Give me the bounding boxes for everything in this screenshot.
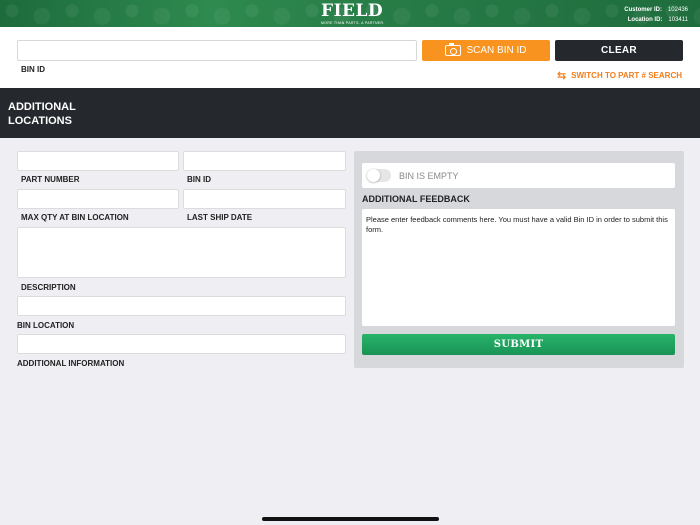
part-number-field[interactable] xyxy=(17,151,179,171)
swap-arrows-icon: ⇆ xyxy=(556,69,567,82)
app-header: FIELD MORE THAN PARTS. A PARTNER. Custom… xyxy=(0,0,700,27)
bin-empty-row: BIN IS EMPTY xyxy=(362,163,675,188)
home-indicator[interactable] xyxy=(262,517,439,521)
description-field[interactable] xyxy=(17,227,346,278)
bin-id-field-label: BIN ID xyxy=(187,175,211,184)
bin-location-label: BIN LOCATION xyxy=(17,321,75,330)
feedback-panel: BIN IS EMPTY ADDITIONAL FEEDBACK Please … xyxy=(354,151,684,368)
location-id-label: Location ID: xyxy=(627,17,663,23)
max-qty-label: MAX QTY AT BIN LOCATION xyxy=(21,213,129,222)
part-number-label: PART NUMBER xyxy=(21,175,80,184)
logo-tagline: MORE THAN PARTS. A PARTNER. xyxy=(321,21,385,25)
bin-search-area: BIN ID SCAN BIN ID CLEAR ⇆ SWITCH TO PAR… xyxy=(0,27,700,88)
feedback-textarea[interactable]: Please enter feedback comments here. You… xyxy=(362,209,675,326)
section-title: ADDITIONAL LOCATIONS xyxy=(8,101,76,127)
toggle-knob xyxy=(367,169,380,182)
switch-to-part-search-link[interactable]: ⇆ SWITCH TO PART # SEARCH xyxy=(556,69,682,82)
last-ship-date-field[interactable] xyxy=(183,189,346,209)
last-ship-date-label: LAST SHIP DATE xyxy=(187,213,253,222)
location-id-value: 103411 xyxy=(668,17,688,23)
bin-id-field[interactable] xyxy=(183,151,346,171)
bin-id-label: BIN ID xyxy=(21,65,45,74)
additional-information-label: ADDITIONAL INFORMATION xyxy=(17,359,125,368)
section-header-bar: ADDITIONAL LOCATIONS xyxy=(0,88,700,138)
account-ids: Customer ID: 102436 Location ID: 103411 xyxy=(624,5,688,25)
additional-feedback-title: ADDITIONAL FEEDBACK xyxy=(362,194,470,204)
customer-id-value: 102436 xyxy=(667,7,688,13)
description-label: DESCRIPTION xyxy=(21,283,76,292)
scan-bin-id-label: SCAN BIN ID xyxy=(466,45,527,56)
submit-button[interactable]: SUBMIT xyxy=(362,334,675,355)
camera-icon xyxy=(445,43,462,56)
bin-empty-label: BIN IS EMPTY xyxy=(399,171,459,181)
scan-bin-id-button[interactable]: SCAN BIN ID xyxy=(422,40,550,61)
customer-id-label: Customer ID: xyxy=(624,7,662,13)
max-qty-field[interactable] xyxy=(17,189,179,209)
bin-id-input[interactable] xyxy=(17,40,417,61)
bin-location-field[interactable] xyxy=(17,296,346,316)
logo-text: FIELD xyxy=(321,1,384,21)
additional-information-field[interactable] xyxy=(17,334,346,354)
switch-link-label: SWITCH TO PART # SEARCH xyxy=(571,71,682,80)
clear-button[interactable]: CLEAR xyxy=(555,40,683,61)
bin-empty-toggle[interactable] xyxy=(367,169,391,182)
field-logo: FIELD MORE THAN PARTS. A PARTNER. xyxy=(321,1,385,26)
